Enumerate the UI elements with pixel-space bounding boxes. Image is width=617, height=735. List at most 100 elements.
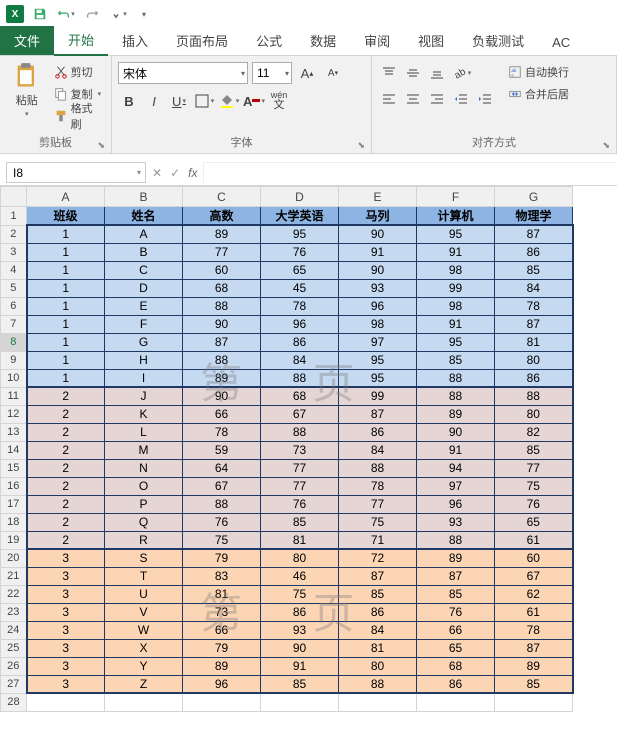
col-header-A[interactable]: A (27, 187, 105, 207)
cell[interactable]: 85 (261, 513, 339, 531)
cell[interactable]: 75 (339, 513, 417, 531)
cell[interactable]: 1 (27, 225, 105, 243)
cell[interactable]: D (105, 279, 183, 297)
cell[interactable]: 78 (495, 297, 573, 315)
cell[interactable]: 86 (261, 333, 339, 351)
cell[interactable]: 84 (261, 351, 339, 369)
row-header-21[interactable]: 21 (1, 567, 27, 585)
cell[interactable]: 94 (417, 459, 495, 477)
cell[interactable]: 90 (183, 387, 261, 405)
cell[interactable]: 95 (339, 369, 417, 387)
cell[interactable]: X (105, 639, 183, 657)
cell[interactable] (183, 693, 261, 711)
cell[interactable]: 66 (183, 405, 261, 423)
font-launcher[interactable]: ⬊ (357, 140, 365, 151)
cell[interactable]: 75 (183, 531, 261, 549)
row-header-16[interactable]: 16 (1, 477, 27, 495)
row-header-14[interactable]: 14 (1, 441, 27, 459)
cell[interactable]: 91 (417, 243, 495, 261)
cell[interactable]: 95 (417, 333, 495, 351)
cell[interactable]: F (105, 315, 183, 333)
row-header-7[interactable]: 7 (1, 315, 27, 333)
cell[interactable]: 1 (27, 297, 105, 315)
row-header-9[interactable]: 9 (1, 351, 27, 369)
row-header-3[interactable]: 3 (1, 243, 27, 261)
cell[interactable]: 98 (339, 315, 417, 333)
cell[interactable]: 61 (495, 531, 573, 549)
row-header-17[interactable]: 17 (1, 495, 27, 513)
cell[interactable]: 77 (495, 459, 573, 477)
row-header-5[interactable]: 5 (1, 279, 27, 297)
cell[interactable]: 87 (495, 315, 573, 333)
cell[interactable]: 79 (183, 639, 261, 657)
cell[interactable]: 60 (495, 549, 573, 567)
cell[interactable]: 80 (495, 351, 573, 369)
cell[interactable]: 91 (261, 657, 339, 675)
row-header-6[interactable]: 6 (1, 297, 27, 315)
cell[interactable]: 85 (417, 585, 495, 603)
cell[interactable]: 77 (183, 243, 261, 261)
cell[interactable]: 80 (261, 549, 339, 567)
cell[interactable]: P (105, 495, 183, 513)
row-header-12[interactable]: 12 (1, 405, 27, 423)
row-header-1[interactable]: 1 (1, 207, 27, 226)
cell[interactable]: 96 (339, 297, 417, 315)
cell[interactable]: 2 (27, 459, 105, 477)
cell[interactable]: 77 (261, 459, 339, 477)
col-header-D[interactable]: D (261, 187, 339, 207)
table-header-cell[interactable]: 姓名 (105, 207, 183, 226)
cell[interactable]: 90 (261, 639, 339, 657)
cell[interactable]: T (105, 567, 183, 585)
cell[interactable]: 68 (417, 657, 495, 675)
cell[interactable]: 67 (183, 477, 261, 495)
col-header-C[interactable]: C (183, 187, 261, 207)
cell[interactable]: 1 (27, 243, 105, 261)
clipboard-launcher[interactable]: ⬊ (97, 140, 105, 151)
row-header-28[interactable]: 28 (1, 693, 27, 711)
cell[interactable]: S (105, 549, 183, 567)
cell[interactable]: 2 (27, 495, 105, 513)
cell[interactable]: 3 (27, 639, 105, 657)
cell[interactable]: 71 (339, 531, 417, 549)
cell[interactable]: A (105, 225, 183, 243)
cell[interactable]: 87 (495, 225, 573, 243)
row-header-13[interactable]: 13 (1, 423, 27, 441)
cell[interactable]: 78 (261, 297, 339, 315)
cell[interactable]: 88 (339, 675, 417, 693)
cell[interactable]: 79 (183, 549, 261, 567)
cell[interactable]: 88 (339, 459, 417, 477)
cell[interactable]: 76 (417, 603, 495, 621)
col-header-B[interactable]: B (105, 187, 183, 207)
cell[interactable]: 68 (261, 387, 339, 405)
cell[interactable]: U (105, 585, 183, 603)
cell[interactable]: 64 (183, 459, 261, 477)
cell[interactable] (339, 693, 417, 711)
cell[interactable]: C (105, 261, 183, 279)
cell[interactable]: 3 (27, 621, 105, 639)
row-header-20[interactable]: 20 (1, 549, 27, 567)
cell[interactable]: 91 (417, 441, 495, 459)
cell[interactable]: 99 (417, 279, 495, 297)
cell[interactable]: 96 (183, 675, 261, 693)
cell[interactable]: 89 (417, 549, 495, 567)
cell[interactable]: 76 (261, 243, 339, 261)
table-header-cell[interactable]: 马列 (339, 207, 417, 226)
cell[interactable]: 45 (261, 279, 339, 297)
cell[interactable] (27, 693, 105, 711)
cell[interactable]: 88 (183, 495, 261, 513)
cell[interactable]: 98 (417, 297, 495, 315)
cell[interactable]: 1 (27, 315, 105, 333)
cell[interactable]: 78 (183, 423, 261, 441)
cell[interactable]: W (105, 621, 183, 639)
cell[interactable]: 66 (417, 621, 495, 639)
cell[interactable]: 90 (339, 225, 417, 243)
cell[interactable]: I (105, 369, 183, 387)
cell[interactable]: 85 (495, 675, 573, 693)
cell[interactable]: 62 (495, 585, 573, 603)
cell[interactable]: 46 (261, 567, 339, 585)
table-header-cell[interactable]: 计算机 (417, 207, 495, 226)
cell[interactable]: 91 (339, 243, 417, 261)
cell[interactable]: 84 (339, 621, 417, 639)
cell[interactable]: N (105, 459, 183, 477)
cell[interactable]: 2 (27, 531, 105, 549)
